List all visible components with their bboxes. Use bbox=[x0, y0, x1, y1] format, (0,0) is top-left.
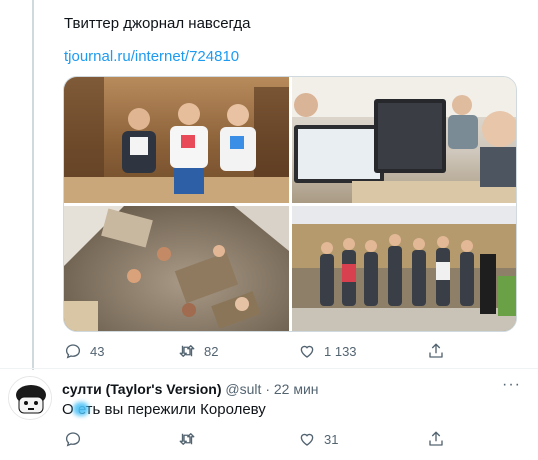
share-button[interactable] bbox=[427, 430, 445, 448]
tweet2-actions: 31 bbox=[60, 430, 460, 450]
tweet-link[interactable]: tjournal.ru/internet/724810 bbox=[64, 47, 239, 66]
heart-icon bbox=[300, 433, 314, 446]
tweet-header: султи (Taylor's Version) @sult · 22 мин bbox=[62, 380, 319, 398]
media-grid bbox=[63, 76, 517, 332]
like-count: 1 133 bbox=[324, 343, 357, 359]
tweet1-actions: 43 82 1 133 bbox=[60, 342, 460, 362]
tweet-time[interactable]: 22 мин bbox=[274, 381, 319, 397]
share-icon bbox=[429, 343, 443, 358]
meta-separator: · bbox=[265, 381, 270, 397]
like-button[interactable]: 1 133 bbox=[298, 342, 357, 360]
photo-team-office-top[interactable] bbox=[64, 206, 289, 331]
like-button[interactable]: 31 bbox=[298, 430, 338, 448]
retweet-button[interactable] bbox=[178, 430, 204, 448]
share-button[interactable] bbox=[427, 342, 445, 360]
retweet-count: 82 bbox=[204, 343, 219, 359]
tweet-divider bbox=[0, 368, 538, 369]
censor-blur bbox=[73, 402, 89, 416]
like-count: 31 bbox=[324, 431, 339, 447]
avatar[interactable] bbox=[8, 376, 52, 420]
reply-button[interactable] bbox=[64, 430, 90, 448]
photo-team-monitors[interactable] bbox=[292, 77, 516, 203]
photo-team-lobby[interactable] bbox=[64, 77, 289, 203]
retweet-button[interactable]: 82 bbox=[178, 342, 218, 360]
reply-button[interactable]: 43 bbox=[64, 342, 104, 360]
heart-icon bbox=[300, 345, 314, 358]
display-name[interactable]: султи (Taylor's Version) bbox=[62, 381, 222, 397]
thread-line bbox=[32, 0, 34, 370]
share-icon bbox=[429, 431, 443, 446]
user-handle[interactable]: @sult bbox=[225, 381, 261, 397]
reply-count: 43 bbox=[90, 343, 105, 359]
tweet-text: О еть вы пережили Королеву bbox=[62, 401, 266, 418]
photo-team-group[interactable] bbox=[292, 206, 516, 331]
tweet-text: Твиттер джорнал навсегда bbox=[64, 15, 251, 32]
retweet-icon bbox=[179, 345, 195, 357]
reply-icon bbox=[65, 344, 81, 359]
reply-icon bbox=[65, 432, 81, 447]
retweet-icon bbox=[179, 433, 195, 445]
more-options-button[interactable]: ··· bbox=[502, 376, 521, 394]
